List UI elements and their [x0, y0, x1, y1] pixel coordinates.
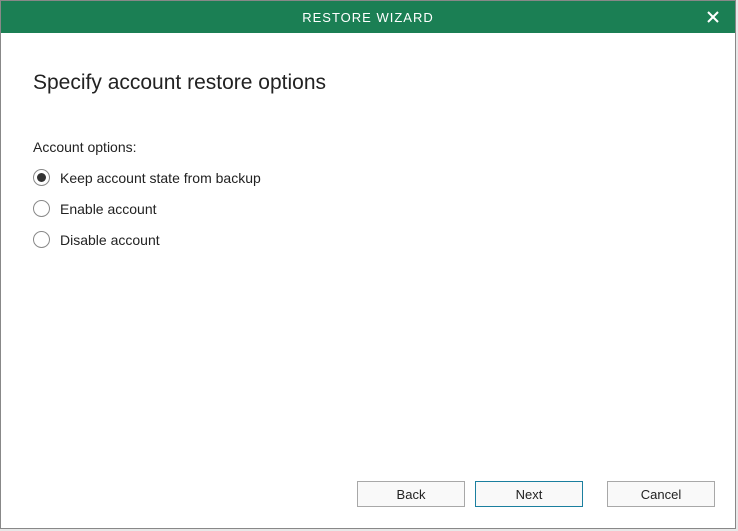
- radio-disable-account[interactable]: Disable account: [33, 231, 703, 248]
- page-title: Specify account restore options: [33, 71, 703, 95]
- wizard-window: RESTORE WIZARD Specify account restore o…: [0, 0, 736, 529]
- titlebar: RESTORE WIZARD: [1, 1, 735, 33]
- close-icon: [707, 11, 719, 23]
- radio-icon: [33, 200, 50, 217]
- close-button[interactable]: [691, 1, 735, 33]
- footer: Back Next Cancel: [1, 474, 735, 528]
- radio-label: Enable account: [60, 201, 157, 217]
- cancel-button[interactable]: Cancel: [607, 481, 715, 507]
- window-title: RESTORE WIZARD: [302, 10, 434, 25]
- account-options-group: Keep account state from backup Enable ac…: [33, 169, 703, 248]
- radio-label: Keep account state from backup: [60, 170, 261, 186]
- radio-keep-state[interactable]: Keep account state from backup: [33, 169, 703, 186]
- radio-icon: [33, 231, 50, 248]
- back-button[interactable]: Back: [357, 481, 465, 507]
- radio-icon: [33, 169, 50, 186]
- radio-label: Disable account: [60, 232, 160, 248]
- next-button[interactable]: Next: [475, 481, 583, 507]
- section-label: Account options:: [33, 139, 703, 155]
- radio-enable-account[interactable]: Enable account: [33, 200, 703, 217]
- content-area: Specify account restore options Account …: [1, 33, 735, 474]
